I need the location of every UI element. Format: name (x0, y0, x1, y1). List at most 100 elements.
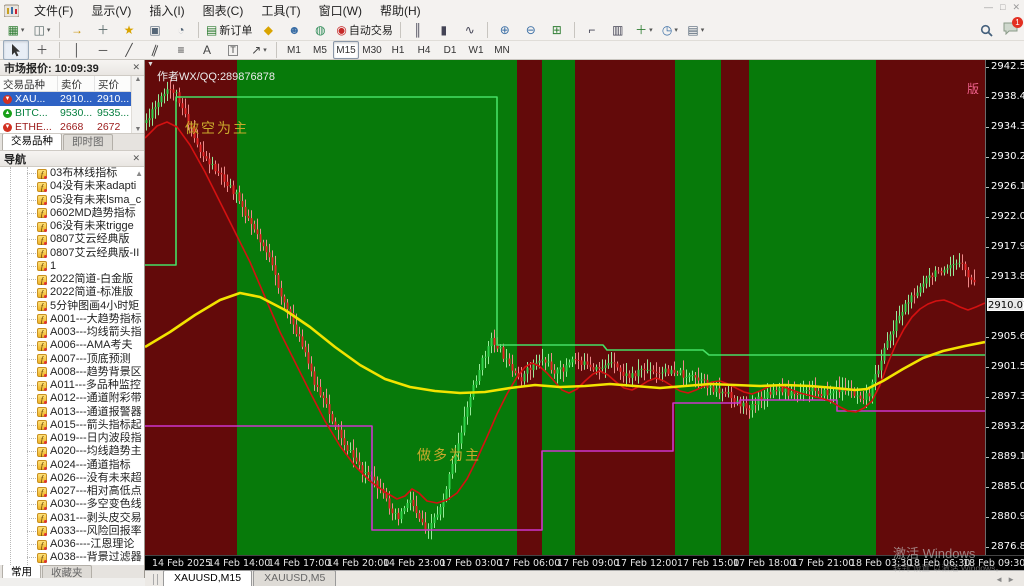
maximize-icon[interactable]: □ (1000, 2, 1005, 13)
menu-item-insert[interactable]: 插入(I) (140, 0, 193, 21)
tab-scroll-arrows[interactable]: ◄► (995, 575, 1019, 584)
new-order-button[interactable]: ▤ 新订单 (203, 20, 255, 40)
timeframe-m30[interactable]: M30 (359, 41, 385, 59)
menu-item-view[interactable]: 显示(V) (82, 0, 140, 21)
chart-tab-xauusd-m5[interactable]: XAUUSD,M5 (253, 570, 337, 586)
navigator-item[interactable]: f A011---多品种监控 (0, 379, 144, 392)
chat-icon[interactable]: 1 (1003, 17, 1023, 38)
navigator-item[interactable]: f A007---顶底预测 (0, 353, 144, 366)
price-chart[interactable] (145, 60, 985, 555)
navigator-item[interactable]: f A024---通道指标 (0, 459, 144, 472)
minimize-icon[interactable]: — (984, 2, 993, 13)
navigator-item[interactable]: f 03布林线指标 (0, 167, 144, 180)
timeframe-h1[interactable]: H1 (385, 41, 411, 59)
deposit-gold-button[interactable]: ◆ (255, 20, 281, 40)
navigator-item[interactable]: f A019---日内波段指 (0, 432, 144, 445)
period-bars-button[interactable]: ▥ (605, 20, 631, 40)
navigator-item[interactable]: f 0807艾云经典版 (0, 233, 144, 246)
text-label-button[interactable]: T (220, 40, 246, 60)
navigator-item[interactable]: f A033---风险回报率 (0, 525, 144, 538)
text-tool-button[interactable]: A (194, 40, 220, 60)
line-chart-mode-button[interactable]: ∿ (457, 20, 483, 40)
scroll-up-icon[interactable]: ▲ (135, 76, 142, 83)
market-watch-row[interactable]: ▼ XAU... 2910... 2910... (0, 92, 144, 106)
scroll-up-icon[interactable]: ▲ (135, 169, 143, 178)
history-center-button[interactable]: ◔ (168, 20, 194, 40)
candle-chart-mode-button[interactable]: ▮ (431, 20, 457, 40)
navigator-item[interactable]: f A038---背景过滤器 (0, 551, 144, 564)
auto-trading-button[interactable]: ◉ 自动交易 (333, 20, 395, 40)
market-globe-button[interactable]: ◍ (307, 20, 333, 40)
crosshair-tool-button[interactable]: ＋ (29, 40, 55, 60)
templates-menu-button[interactable]: ▤ ▾ (683, 20, 709, 40)
navigator-item[interactable]: f A013---通道报警器 (0, 406, 144, 419)
equidistant-channel-button[interactable]: ∥ (142, 40, 168, 60)
navigator-item[interactable]: f 0807艾云经典版-II (0, 247, 144, 260)
market-watch-close-icon[interactable]: ✕ (132, 62, 140, 73)
bar-chart-mode-button[interactable]: ║ (405, 20, 431, 40)
navigator-item[interactable]: f A030---多空变色线 (0, 498, 144, 511)
indicators-button[interactable]: ⌐ (579, 20, 605, 40)
market-watch-row[interactable]: ▼ ETHE... 2668 2672 (0, 120, 144, 133)
navigator-item[interactable]: f A036----江恩理论 (0, 538, 144, 551)
menu-item-file[interactable]: 文件(F) (25, 0, 82, 21)
data-window-button[interactable]: ▣ (142, 20, 168, 40)
zoom-in-button[interactable]: ⊕ (492, 20, 518, 40)
scroll-down-icon[interactable]: ▼ (135, 554, 143, 563)
profiles-button[interactable]: ◫ ▾ (29, 20, 55, 40)
tab-bar-grip[interactable] (153, 574, 158, 585)
search-icon[interactable] (980, 24, 993, 37)
navigator-item[interactable]: f 04没有未来adapti (0, 180, 144, 193)
navigator-item[interactable]: f1 (0, 260, 144, 273)
navigator-item[interactable]: f A031---剥头皮交易 (0, 512, 144, 525)
navigator-item[interactable]: f A008---趋势背景区 (0, 366, 144, 379)
navigator-item[interactable]: f A026---没有未来超 (0, 472, 144, 485)
arrows-tool-button[interactable]: ↗ ▾ (246, 40, 272, 60)
navigator-item[interactable]: f 0602MD趋势指标 (0, 207, 144, 220)
navigator-item[interactable]: f A015---箭头指标起 (0, 419, 144, 432)
timeframe-w1[interactable]: W1 (463, 41, 489, 59)
navigator-item[interactable]: f 2022简道-白金版 (0, 273, 144, 286)
expert-advisors-button[interactable]: ☻ (281, 20, 307, 40)
add-indicator-button[interactable]: ＋ ▾ (631, 20, 657, 40)
timeframe-m1[interactable]: M1 (281, 41, 307, 59)
timeframe-mn[interactable]: MN (489, 41, 515, 59)
navigator-item[interactable]: f A027---相对高低点 (0, 485, 144, 498)
market-watch-tab-交易品种[interactable]: 交易品种 (2, 133, 62, 150)
scroll-down-icon[interactable]: ▼ (135, 126, 142, 133)
navigator-item[interactable]: f 2022简道-标准版 (0, 286, 144, 299)
navigator-item[interactable]: f 5分钟图画4小时矩 (0, 300, 144, 313)
navigator-item[interactable]: f 06没有未来trigge (0, 220, 144, 233)
trendline-button[interactable]: ╱ (116, 40, 142, 60)
horizontal-line-button[interactable]: ─ (90, 40, 116, 60)
menu-item-charts[interactable]: 图表(C) (194, 0, 253, 21)
navigator-item[interactable]: f 05没有未来lsma_c (0, 194, 144, 207)
market-watch-tab-即时图[interactable]: 即时图 (63, 134, 113, 150)
navigator-close-icon[interactable]: ✕ (132, 153, 140, 164)
timeframe-d1[interactable]: D1 (437, 41, 463, 59)
chart-shift-button[interactable]: → (64, 20, 90, 40)
periods-menu-button[interactable]: ◷ ▾ (657, 20, 683, 40)
zoom-out-button[interactable]: ⊖ (518, 20, 544, 40)
new-chart-button[interactable]: ▦ ▾ (3, 20, 29, 40)
timeframe-m5[interactable]: M5 (307, 41, 333, 59)
market-watch-row[interactable]: ▲ BITC... 9530... 9535... (0, 106, 144, 120)
timeframe-m15[interactable]: M15 (333, 41, 359, 59)
tile-windows-button[interactable]: ⊞ (544, 20, 570, 40)
navigator-item[interactable]: f A006---AMA考夫 (0, 339, 144, 352)
cursor-button[interactable] (3, 40, 29, 60)
market-watch-scrollbar[interactable]: ▲ ▼ (131, 76, 144, 133)
objects-list-button[interactable]: ★ (116, 20, 142, 40)
navigator-item[interactable]: f A012---通道附彩带 (0, 392, 144, 405)
fibonacci-button[interactable]: ≡ (168, 40, 194, 60)
menu-item-window[interactable]: 窗口(W) (310, 0, 371, 21)
chart-tab-xauusd-m15[interactable]: XAUUSD,M15 (163, 570, 253, 586)
navigator-item[interactable]: f A001---大趋势指标 (0, 313, 144, 326)
vertical-line-button[interactable]: │ (64, 40, 90, 60)
menu-item-help[interactable]: 帮助(H) (371, 0, 430, 21)
menu-item-tools[interactable]: 工具(T) (252, 0, 309, 21)
crosshair-button[interactable]: ＋ (90, 20, 116, 40)
navigator-item[interactable]: f A020---均线趋势主 (0, 445, 144, 458)
close-icon[interactable]: ✕ (1012, 2, 1020, 13)
navigator-item[interactable]: f A003---均线箭头指 (0, 326, 144, 339)
